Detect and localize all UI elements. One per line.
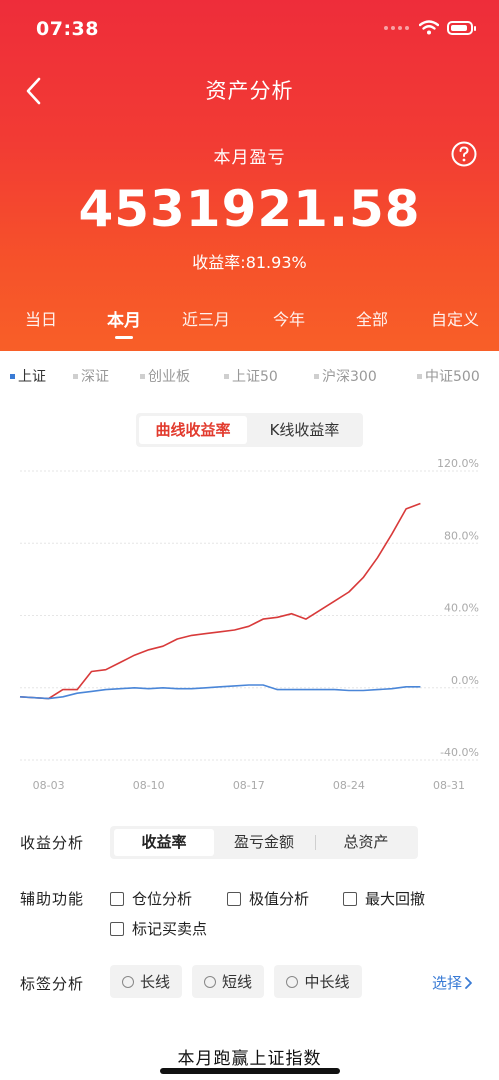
index-tab-label: 中证500 <box>425 369 480 385</box>
y-tick-label: 120.0% <box>437 457 479 470</box>
status-time: 07:38 <box>36 18 99 40</box>
max-drawdown-checkbox[interactable]: 最大回撤 <box>343 888 425 909</box>
y-tick-label: 80.0% <box>444 529 479 542</box>
index-tab-label: 上证50 <box>232 369 278 385</box>
radio-icon <box>203 975 216 988</box>
x-tick-label: 08-31 <box>433 779 465 792</box>
active-tab-indicator <box>115 336 133 339</box>
select-label: 选择 <box>432 974 463 992</box>
profit-amount: 4531921.58 <box>78 180 421 238</box>
radio-icon <box>286 975 299 988</box>
curve-return-button[interactable]: 曲线收益率 <box>139 416 247 444</box>
period-tabs: 当日 本月 近三月 今年 全部 自定义 <box>0 306 499 346</box>
index-tab-label: 沪深300 <box>322 369 377 385</box>
position-analysis-checkbox[interactable]: 仓位分析 <box>110 888 192 909</box>
index-tab-label: 上证 <box>18 369 46 385</box>
tab-custom[interactable]: 自定义 <box>431 306 479 330</box>
profit-amount-button[interactable]: 盈亏金额 <box>214 829 314 856</box>
x-tick-label: 08-03 <box>33 779 65 792</box>
legend-marker <box>417 373 422 379</box>
index-tab-hs300[interactable]: 沪深300 <box>314 366 377 386</box>
tag-short-option[interactable]: 短线 <box>192 965 264 998</box>
checkbox-box <box>110 891 124 906</box>
chart-mode-toggle: 曲线收益率 K线收益率 <box>136 413 363 447</box>
page-title: 资产分析 <box>205 79 294 103</box>
x-tick-label: 08-17 <box>233 779 265 792</box>
radio-label: 短线 <box>221 973 252 991</box>
index-tab-sz[interactable]: 深证 <box>73 366 109 386</box>
tag-analysis-label: 标签分析 <box>20 975 85 993</box>
index-tab-zz500[interactable]: 中证500 <box>417 366 480 386</box>
footer-summary: 本月跑赢上证指数 <box>177 1049 322 1069</box>
tab-three-months[interactable]: 近三月 <box>182 306 230 330</box>
checkbox-label: 标记买卖点 <box>132 920 208 938</box>
checkbox-label: 极值分析 <box>249 890 310 908</box>
checkbox-label: 仓位分析 <box>132 890 193 908</box>
summary-label: 本月盈亏 <box>213 148 286 168</box>
select-button[interactable]: 选择 <box>432 972 473 993</box>
radio-icon <box>121 975 134 988</box>
legend-marker <box>224 373 229 379</box>
aux-label: 辅助功能 <box>20 890 85 908</box>
tag-long-option[interactable]: 长线 <box>110 965 182 998</box>
checkbox-box <box>343 891 357 906</box>
return-rate-button[interactable]: 收益率 <box>114 829 214 856</box>
tab-all[interactable]: 全部 <box>356 306 388 330</box>
checkbox-box <box>227 891 241 906</box>
return-chart: 120.0% 80.0% 40.0% 0.0% -40.0% 08-03 08-10 08-1… <box>19 457 479 792</box>
legend-marker <box>140 373 145 379</box>
index-tab-sh[interactable]: 上证 <box>10 366 46 386</box>
y-tick-label: -40.0% <box>440 746 479 759</box>
kline-return-button[interactable]: K线收益率 <box>249 416 360 444</box>
checkbox-box <box>110 921 124 936</box>
radio-label: 中长线 <box>304 973 350 991</box>
tag-mid-long-option[interactable]: 中长线 <box>274 965 362 998</box>
portfolio-return-line <box>19 502 421 700</box>
radio-label: 长线 <box>139 973 170 991</box>
signal-icon <box>384 25 409 30</box>
wifi-icon <box>419 20 439 35</box>
status-icons <box>384 20 476 35</box>
legend-marker <box>10 373 15 379</box>
battery-icon <box>447 20 476 35</box>
index-tabs: 上证 深证 创业板 上证50 沪深300 中证500 <box>0 366 499 390</box>
index-tab-label: 深证 <box>81 369 109 385</box>
index-tab-sz50[interactable]: 上证50 <box>224 366 278 386</box>
tab-today[interactable]: 当日 <box>25 306 57 330</box>
mark-trades-checkbox[interactable]: 标记买卖点 <box>110 918 207 939</box>
header: 07:38 资产分析 本月盈亏 4531921.58 收益率:81.93% 当日… <box>0 0 499 351</box>
total-assets-button[interactable]: 总资产 <box>316 829 416 856</box>
help-button[interactable] <box>451 141 477 167</box>
x-tick-label: 08-10 <box>133 779 165 792</box>
home-indicator <box>160 1068 340 1074</box>
checkbox-label: 最大回撤 <box>365 890 426 908</box>
profit-analysis-label: 收益分析 <box>20 834 85 852</box>
tab-this-year[interactable]: 今年 <box>273 306 305 330</box>
x-tick-label: 08-24 <box>333 779 365 792</box>
tab-this-month[interactable]: 本月 <box>107 306 141 331</box>
return-rate: 收益率:81.93% <box>192 253 307 272</box>
profit-analysis-toggle: 收益率 盈亏金额 总资产 <box>110 826 418 859</box>
extreme-analysis-checkbox[interactable]: 极值分析 <box>227 888 309 909</box>
question-circle-icon <box>451 141 477 167</box>
legend-marker <box>314 373 319 379</box>
legend-marker <box>73 373 78 379</box>
index-tab-label: 创业板 <box>148 369 190 385</box>
index-tab-cyb[interactable]: 创业板 <box>140 366 190 386</box>
y-tick-label: 0.0% <box>451 674 479 687</box>
chevron-right-icon <box>465 976 472 989</box>
y-tick-label: 40.0% <box>444 602 479 615</box>
